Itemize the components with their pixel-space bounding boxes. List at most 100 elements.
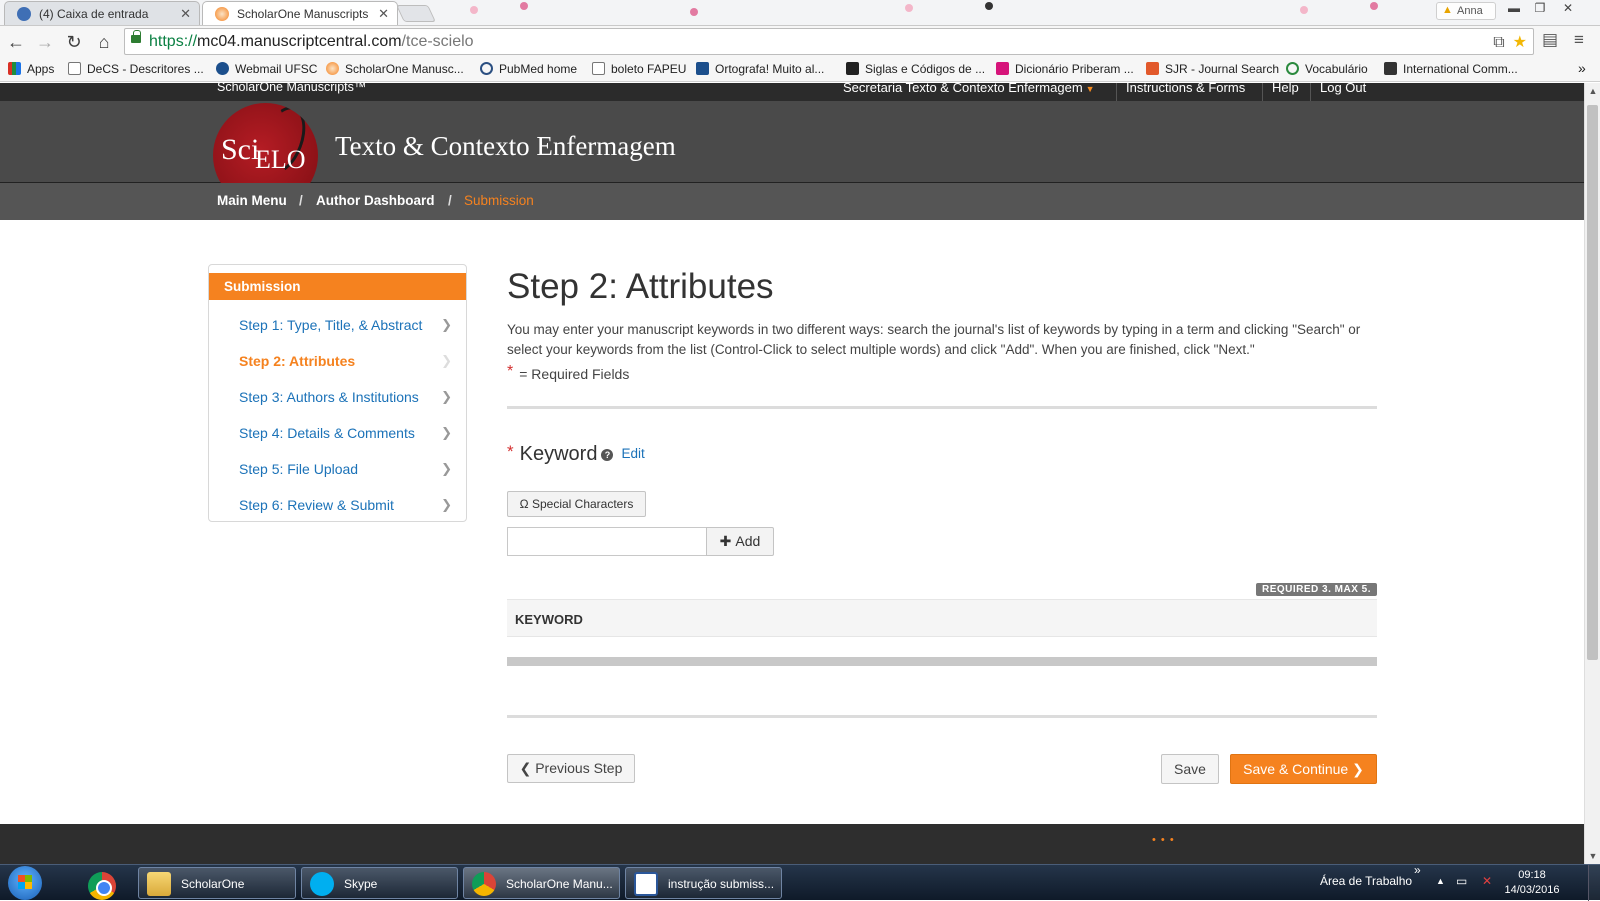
profile-name: Anna (1457, 5, 1483, 17)
bookmark-webmail[interactable]: Webmail UFSC (216, 62, 317, 76)
bookmark-vocabulario[interactable]: Vocabulário (1286, 62, 1368, 76)
special-characters-button[interactable]: Ω Special Characters (507, 491, 646, 517)
chevron-right-icon: ❯ (441, 389, 452, 404)
section-divider (507, 715, 1377, 718)
sidebar-item-label: Step 5: File Upload (239, 461, 359, 477)
task-skype[interactable]: Skype (301, 867, 458, 899)
task-word-document[interactable]: instrução submiss... (625, 867, 782, 899)
bookmark-siglas[interactable]: Siglas e Códigos de ... (846, 62, 985, 76)
menu-icon[interactable]: ≡ (1574, 30, 1584, 50)
keyword-count-badge: REQUIRED 3. MAX 5. (1255, 583, 1377, 596)
translate-icon[interactable]: ⧉ (1493, 34, 1504, 51)
logo-text-sci: Sci (221, 133, 260, 166)
scholarone-icon (326, 62, 339, 75)
bookmark-decs[interactable]: DeCS - Descritores ... (68, 62, 204, 76)
system-clock[interactable]: 09:18 14/03/2016 (1500, 868, 1564, 898)
scroll-down-arrow-icon[interactable]: ▼ (1585, 848, 1600, 864)
sidebar-item-label: Step 6: Review & Submit (239, 497, 394, 513)
windows-taskbar: ScholarOne Skype ScholarOne Manu... inst… (0, 863, 1600, 901)
bookmark-apps[interactable]: Apps (8, 62, 54, 76)
bookmark-label: ScholarOne Manusc... (345, 62, 464, 76)
bookmark-sjr[interactable]: SJR - Journal Search (1146, 62, 1279, 76)
bookmark-label: SJR - Journal Search (1165, 62, 1280, 76)
minimize-button[interactable]: ▬ (1502, 0, 1526, 16)
save-button[interactable]: Save (1161, 754, 1219, 784)
bookmark-label: Vocabulário (1305, 62, 1368, 76)
task-label: ScholarOne Manu... (506, 877, 613, 891)
sidebar-item-step-1[interactable]: Step 1: Type, Title, & Abstract ❯ (209, 308, 466, 342)
bookmark-pubmed[interactable]: PubMed home (480, 62, 577, 76)
window-close-button[interactable]: ✕ (1556, 0, 1580, 16)
show-desktop-button[interactable] (1588, 865, 1600, 901)
add-keyword-button[interactable]: ✚ Add (706, 527, 774, 556)
tab-scholarone[interactable]: ScholarOne Manuscripts ✕ (202, 1, 398, 25)
tab-title: (4) Caixa de entrada (39, 7, 149, 21)
bookmark-boleto[interactable]: boleto FAPEU (592, 62, 686, 76)
tab-caixa-de-entrada[interactable]: (4) Caixa de entrada ✕ (4, 1, 200, 25)
sidebar-item-label: Step 1: Type, Title, & Abstract (239, 317, 423, 333)
bookmark-scholarone[interactable]: ScholarOne Manusc... (326, 62, 464, 76)
start-button[interactable] (8, 866, 42, 900)
restore-button[interactable]: ❐ (1528, 0, 1552, 16)
page-icon (68, 62, 81, 75)
task-label: Skype (344, 877, 378, 891)
bookmark-star-icon[interactable]: ★ (1513, 34, 1527, 51)
sidebar-item-step-4[interactable]: Step 4: Details & Comments ❯ (209, 416, 466, 450)
chrome-icon (472, 872, 496, 896)
chevron-right-icon: ❯ (441, 425, 452, 440)
edit-link[interactable]: Edit (621, 446, 644, 461)
browser-toolbar: ← → ↻ ⌂ https://mc04.manuscriptcentral.c… (0, 26, 1600, 58)
desktop-toolbar-label[interactable]: Área de Trabalho (1320, 874, 1412, 888)
network-icon[interactable]: ▭ (1456, 874, 1467, 888)
tab-title: ScholarOne Manuscripts (237, 7, 369, 21)
extension-icon[interactable]: ▤ (1542, 30, 1558, 50)
scroll-up-arrow-icon[interactable]: ▲ (1585, 83, 1600, 99)
chrome-icon (88, 872, 116, 900)
keyword-input[interactable] (507, 527, 706, 556)
save-and-continue-button[interactable]: Save & Continue ❯ (1230, 754, 1377, 784)
sidebar-item-step-6[interactable]: Step 6: Review & Submit ❯ (209, 488, 466, 522)
close-icon[interactable]: ✕ (180, 6, 191, 22)
windows-logo-icon (18, 875, 32, 889)
bookmark-label: Dicionário Priberam ... (1015, 62, 1134, 76)
profile-button[interactable]: ▲ Anna (1436, 2, 1496, 20)
pubmed-icon (480, 62, 493, 75)
home-icon[interactable]: ⌂ (92, 30, 116, 54)
toolbar-expand-icon[interactable]: » (1414, 863, 1421, 877)
previous-step-label: Previous Step (535, 760, 623, 776)
scrollbar-thumb[interactable] (1587, 105, 1598, 660)
priberam-icon (996, 62, 1009, 75)
bookmark-icmje[interactable]: International Comm... (1384, 62, 1518, 76)
task-scholarone-folder[interactable]: ScholarOne (138, 867, 296, 899)
close-icon[interactable]: ✕ (378, 6, 389, 22)
url-text[interactable]: https://mc04.manuscriptcentral.com/tce-s… (149, 33, 474, 51)
bookmark-priberam[interactable]: Dicionário Priberam ... (996, 62, 1134, 76)
new-tab-button[interactable] (396, 5, 436, 22)
pinned-chrome[interactable] (88, 868, 120, 900)
task-label: instrução submiss... (668, 877, 775, 891)
back-arrow-icon[interactable]: ← (4, 30, 28, 54)
keyword-table-header: KEYWORD (507, 599, 1377, 637)
breadcrumb-main-menu[interactable]: Main Menu (217, 193, 287, 208)
decorative-blossom (985, 2, 993, 10)
webmail-icon (216, 62, 229, 75)
scholarone-brand[interactable]: ScholarOne Manuscripts™ (217, 83, 366, 94)
help-icon[interactable]: ? (601, 449, 614, 461)
sidebar-item-step-5[interactable]: Step 5: File Upload ❯ (209, 452, 466, 486)
site-footer: • • • (0, 824, 1584, 864)
page-scrollbar[interactable]: ▲ ▼ (1584, 83, 1600, 864)
task-chrome-scholarone[interactable]: ScholarOne Manu... (463, 867, 620, 899)
previous-step-button[interactable]: ❮ Previous Step (507, 754, 635, 783)
sidebar-item-step-2[interactable]: Step 2: Attributes ❯ (209, 344, 466, 378)
footer-dots-decoration: • • • (1152, 834, 1175, 846)
sidebar-item-step-3[interactable]: Step 3: Authors & Institutions ❯ (209, 380, 466, 414)
show-hidden-icons-arrow-icon[interactable]: ▲ (1436, 876, 1445, 886)
breadcrumb-author-dashboard[interactable]: Author Dashboard (316, 193, 435, 208)
skype-icon (310, 872, 334, 896)
forward-arrow-icon[interactable]: → (33, 30, 57, 54)
bookmarks-overflow-button[interactable]: » (1578, 60, 1586, 76)
reload-icon[interactable]: ↻ (62, 30, 86, 54)
volume-muted-icon[interactable]: ✕ (1482, 874, 1492, 888)
bookmark-ortografa[interactable]: Ortografa! Muito al... (696, 62, 824, 76)
address-bar[interactable]: https://mc04.manuscriptcentral.com/tce-s… (124, 28, 1534, 55)
